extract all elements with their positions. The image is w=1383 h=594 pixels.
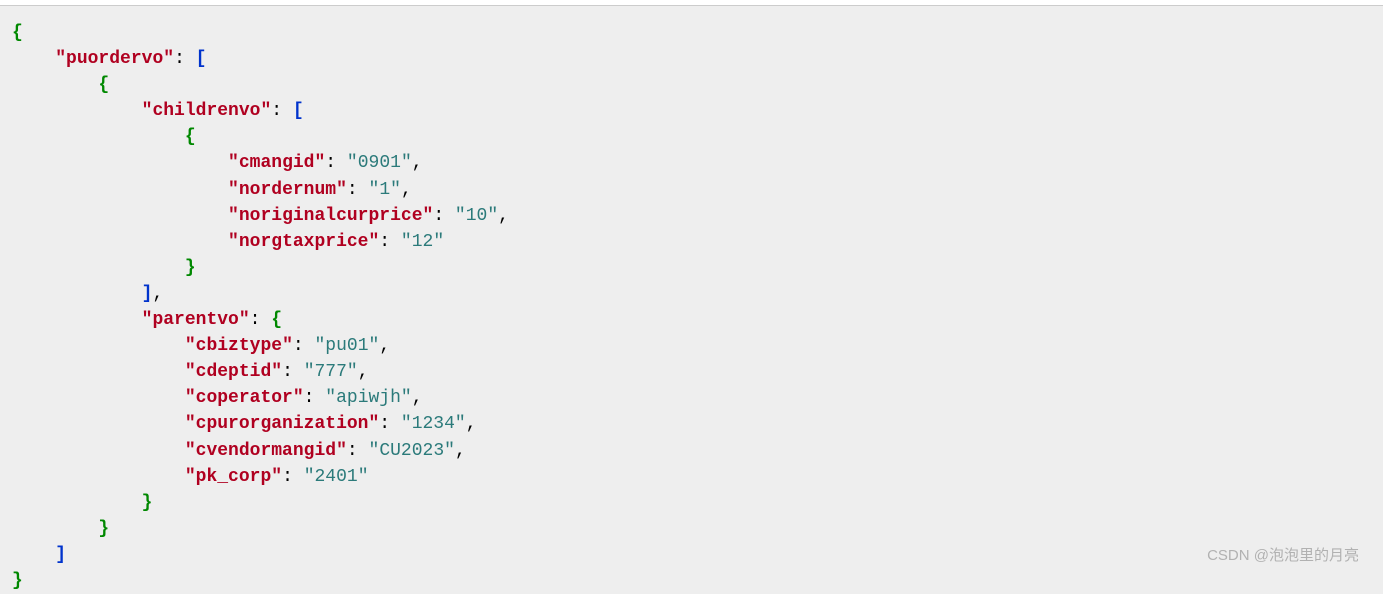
json-value: "1234": [401, 414, 466, 434]
json-key: "puordervo": [55, 49, 174, 69]
json-key: "cmangid": [228, 153, 325, 173]
bracket-open: [: [293, 101, 304, 121]
json-key: "cdeptid": [185, 362, 282, 382]
json-key: "cvendormangid": [185, 441, 347, 461]
json-key: "childrenvo": [142, 101, 272, 121]
brace-open: {: [271, 310, 282, 330]
json-key: "coperator": [185, 388, 304, 408]
json-key: "noriginalcurprice": [228, 206, 433, 226]
json-key: "nordernum": [228, 180, 347, 200]
json-value: "10": [455, 206, 498, 226]
json-value: "1": [369, 180, 401, 200]
json-key: "cpurorganization": [185, 414, 379, 434]
json-value: "12": [401, 232, 444, 252]
brace-close: }: [12, 571, 23, 591]
json-key: "cbiztype": [185, 336, 293, 356]
brace-open: {: [98, 75, 109, 95]
brace-close: }: [185, 258, 196, 278]
json-value: "CU2023": [369, 441, 455, 461]
brace-close: }: [98, 519, 109, 539]
brace-open: {: [185, 127, 196, 147]
brace-close: }: [142, 493, 153, 513]
bracket-close: ]: [55, 545, 66, 565]
json-key: "pk_corp": [185, 467, 282, 487]
json-key: "parentvo": [142, 310, 250, 330]
bracket-open: [: [196, 49, 207, 69]
top-border: [0, 0, 1383, 6]
json-value: "apiwjh": [325, 388, 411, 408]
json-value: "777": [304, 362, 358, 382]
json-value: "pu01": [314, 336, 379, 356]
brace-open: {: [12, 23, 23, 43]
json-value: "0901": [347, 153, 412, 173]
bracket-close: ]: [142, 284, 153, 304]
json-code-block: { "puordervo": [ { "childrenvo": [ { "cm…: [8, 8, 1375, 594]
watermark: CSDN @泡泡里的月亮: [1207, 545, 1359, 567]
json-key: "norgtaxprice": [228, 232, 379, 252]
json-value: "2401": [304, 467, 369, 487]
